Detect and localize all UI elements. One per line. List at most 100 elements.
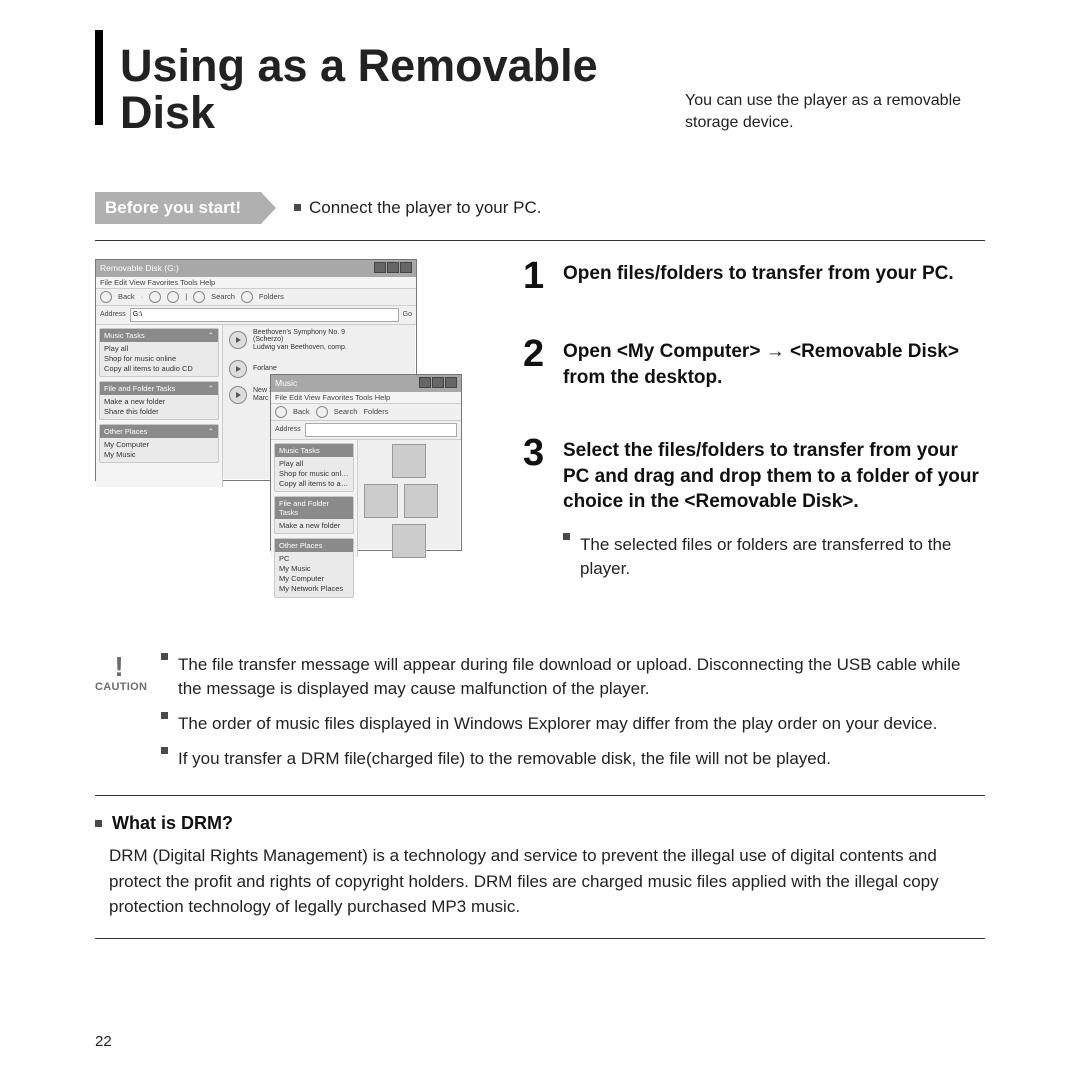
toolbar-search-label: Search — [211, 292, 235, 301]
address-bar: Address — [271, 421, 461, 440]
steps-list: 1 Open files/folders to transfer from yo… — [523, 261, 985, 581]
step-title: Select the files/folders to transfer fro… — [563, 438, 985, 515]
step-3: 3 Select the files/folders to transfer f… — [523, 438, 985, 581]
page-number: 22 — [95, 1033, 112, 1050]
caution-text: The file transfer message will appear du… — [178, 653, 985, 702]
window-title: Removable Disk (G:) — [100, 263, 179, 273]
file-icons — [358, 440, 461, 557]
caution-list: The file transfer message will appear du… — [161, 653, 985, 782]
step-sub-text: The selected files or folders are transf… — [580, 533, 985, 581]
panel-item: Make a new folder — [104, 397, 214, 407]
main-content: Removable Disk (G:) File Edit View Favor… — [95, 259, 985, 581]
album-art-icon — [392, 524, 426, 558]
step-title: Open <My Computer> → <Removable Disk> fr… — [563, 339, 985, 390]
panel-item: My Computer — [279, 574, 349, 584]
search-icon — [193, 291, 205, 303]
panel-heading: File and Folder Tasks — [104, 384, 175, 393]
panel-item: My Network Places — [279, 584, 349, 594]
play-icon — [364, 444, 386, 466]
music-file — [364, 444, 386, 478]
panel-item: My Computer — [104, 440, 214, 450]
address-input — [130, 308, 399, 322]
panel-item: Shop for music online — [279, 469, 349, 479]
step-1: 1 Open files/folders to transfer from yo… — [523, 261, 985, 291]
caution-label: CAUTION — [95, 681, 143, 693]
address-label: Address — [275, 426, 301, 433]
bullet-square-icon — [294, 204, 301, 211]
window-menubar: File Edit View Favorites Tools Help — [96, 277, 416, 289]
panel-item: Share this folder — [104, 407, 214, 417]
other-places-panel: Other Places PC My Music My Computer My … — [274, 538, 354, 598]
address-label: Address — [100, 311, 126, 318]
panel-heading: Music Tasks — [104, 331, 145, 340]
music-file — [364, 524, 386, 558]
bullet-square-icon — [161, 653, 168, 660]
toolbar-back-label: Back — [118, 292, 135, 301]
exclamation-icon: ! — [95, 653, 143, 681]
file-folder-tasks-panel: File and Folder Tasks⌃ Make a new folder… — [99, 381, 219, 420]
music-tasks-panel: Music Tasks Play all Shop for music onli… — [274, 443, 354, 492]
page-header: Using as a Removable Disk You can use th… — [120, 42, 985, 137]
file-folder-tasks-panel: File and Folder Tasks Make a new folder — [274, 496, 354, 534]
drm-title: What is DRM? — [112, 810, 233, 837]
toolbar-search-label: Search — [334, 407, 358, 416]
step-number: 1 — [523, 261, 549, 291]
step-number: 3 — [523, 438, 549, 468]
screenshot-illustration: Removable Disk (G:) File Edit View Favor… — [95, 259, 465, 559]
caution-text: The order of music files displayed in Wi… — [178, 712, 937, 737]
panel-item: Play all — [279, 459, 349, 469]
step-title: Open files/folders to transfer from your… — [563, 261, 985, 287]
track-title: Beethoven's Symphony No. 9 — [253, 329, 347, 337]
window-menubar: File Edit View Favorites Tools Help — [271, 392, 461, 404]
before-you-start-text: Connect the player to your PC. — [294, 198, 541, 218]
track-title: Forlane — [253, 365, 277, 373]
window-title: Music — [275, 378, 297, 388]
panel-heading: Other Places — [279, 541, 322, 550]
panel-heading: File and Folder Tasks — [279, 499, 349, 517]
toolbar-folders-label: Folders — [363, 407, 388, 416]
address-bar: Address Go — [96, 306, 416, 325]
go-button-label: Go — [403, 311, 412, 318]
toolbar-back-label: Back — [293, 407, 310, 416]
before-you-start-row: Before you start! Connect the player to … — [95, 192, 985, 224]
up-icon — [167, 291, 179, 303]
bullet-square-icon — [95, 820, 102, 827]
panel-item: My Music — [279, 564, 349, 574]
before-you-start-badge: Before you start! — [95, 192, 261, 224]
forward-icon — [149, 291, 161, 303]
panel-item: PC — [279, 554, 349, 564]
divider — [95, 240, 985, 241]
play-icon — [229, 331, 247, 349]
back-icon — [100, 291, 112, 303]
panel-item: Copy all items to audio CD — [104, 364, 214, 374]
album-art-icon — [404, 484, 438, 518]
sidebar: Music Tasks⌃ Play all Shop for music onl… — [96, 325, 223, 487]
window-buttons — [373, 262, 412, 275]
divider — [95, 938, 985, 939]
music-file: Beethoven's Symphony No. 9 (Scherzo) Lud… — [229, 329, 410, 352]
caution-item: The order of music files displayed in Wi… — [161, 712, 985, 737]
caution-item: If you transfer a DRM file(charged file)… — [161, 747, 985, 772]
album-art-icon — [392, 444, 426, 478]
bullet-square-icon — [563, 533, 570, 540]
panel-item: Make a new folder — [279, 521, 349, 531]
track-artist: Ludwig van Beethoven, comp. — [253, 344, 347, 352]
back-icon — [275, 406, 287, 418]
manual-page: Using as a Removable Disk You can use th… — [0, 0, 1080, 1080]
album-art-icon — [364, 484, 398, 518]
toolbar-folders-label: Folders — [259, 292, 284, 301]
address-input — [305, 423, 457, 437]
search-icon — [316, 406, 328, 418]
step-2: 2 Open <My Computer> → <Removable Disk> … — [523, 339, 985, 390]
caution-badge: ! CAUTION — [95, 653, 143, 782]
caution-block: ! CAUTION The file transfer message will… — [95, 653, 985, 782]
panel-item: Play all — [104, 344, 214, 354]
window-buttons — [418, 377, 457, 390]
caution-item: The file transfer message will appear du… — [161, 653, 985, 702]
music-tasks-panel: Music Tasks⌃ Play all Shop for music onl… — [99, 328, 219, 377]
panel-item: Shop for music online — [104, 354, 214, 364]
accent-bar-icon — [95, 30, 103, 125]
page-subtitle: You can use the player as a removable st… — [685, 90, 985, 133]
panel-heading: Other Places — [104, 427, 147, 436]
sidebar: Music Tasks Play all Shop for music onli… — [271, 440, 358, 557]
